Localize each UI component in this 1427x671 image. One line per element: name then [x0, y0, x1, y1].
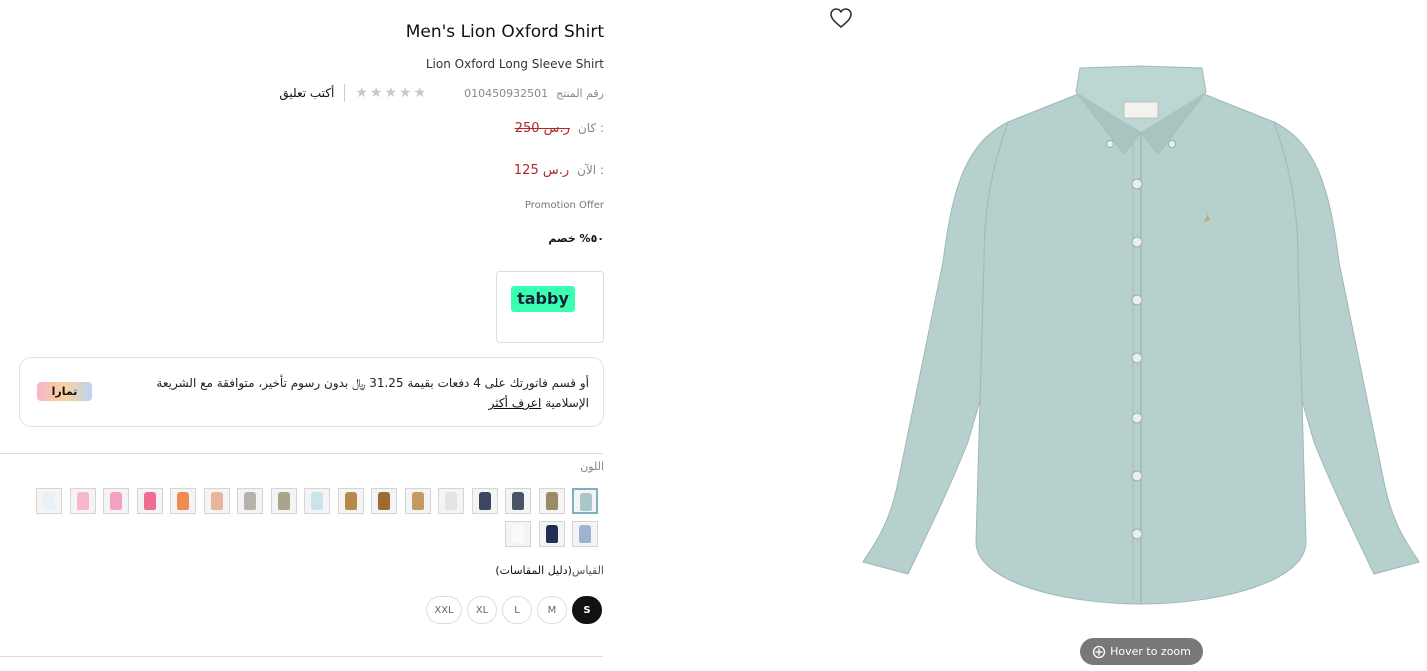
color-swatch[interactable]	[203, 488, 230, 514]
size-guide-link[interactable]: (دليل المقاسات)	[495, 564, 572, 577]
swatch-shirt-thumb	[143, 492, 156, 510]
tamara-logo: تمارا	[37, 382, 92, 401]
swatch-shirt-thumb	[580, 493, 592, 511]
color-swatch[interactable]	[136, 488, 163, 514]
product-subtitle: Lion Oxford Long Sleeve Shirt	[425, 57, 604, 71]
swatch-shirt-thumb	[445, 492, 457, 510]
swatch-shirt-thumb	[244, 492, 256, 510]
color-swatch[interactable]	[337, 488, 364, 514]
swatch-shirt-thumb	[311, 492, 323, 510]
color-swatch[interactable]	[36, 488, 62, 514]
swatch-shirt-thumb	[512, 492, 524, 510]
color-swatch[interactable]	[404, 488, 431, 514]
color-swatch[interactable]	[505, 488, 531, 514]
swatch-shirt-thumb	[378, 492, 390, 510]
swatch-shirt-thumb	[43, 492, 55, 510]
size-option-s[interactable]: S	[572, 596, 602, 624]
size-label-row: القياس (دليل المقاسات)	[495, 564, 604, 577]
swatch-shirt-thumb	[210, 492, 223, 510]
heart-icon[interactable]	[829, 7, 853, 29]
zoom-hint-text: Hover to zoom	[1110, 645, 1191, 658]
color-swatch[interactable]	[371, 488, 397, 514]
product-meta-row: رقم المنتج 010450932501 ★★★★★ أكتب تعليق	[279, 84, 604, 102]
zoom-icon	[1092, 645, 1106, 658]
rating-stars[interactable]: ★★★★★	[355, 85, 428, 101]
size-option-xl[interactable]: XL	[467, 596, 497, 624]
divider-bottom	[0, 656, 603, 657]
swatch-shirt-thumb	[545, 492, 558, 510]
color-swatch[interactable]	[237, 488, 263, 514]
tamara-learn-more-link[interactable]: اعرف أكثر	[489, 396, 542, 410]
now-price-row: الآن : 125 ر.س	[514, 163, 604, 178]
size-option-l[interactable]: L	[502, 596, 532, 624]
swatch-shirt-thumb	[478, 492, 491, 510]
color-swatch[interactable]	[538, 488, 565, 514]
product-title: Men's Lion Oxford Shirt	[405, 22, 604, 42]
swatch-shirt-thumb	[177, 492, 189, 510]
sku-value: 010450932501	[464, 86, 549, 100]
meta-divider	[344, 84, 346, 102]
now-price-label: الآن :	[577, 163, 604, 177]
tabby-logo: tabby	[511, 286, 575, 312]
size-option-m[interactable]: M	[537, 596, 567, 624]
swatch-shirt-thumb	[277, 492, 290, 510]
swatch-shirt-thumb	[411, 492, 424, 510]
tamara-widget: أو قسم فاتورتك على 4 دفعات بقيمة 31.25 ﷼…	[19, 357, 604, 427]
swatch-shirt-thumb	[512, 525, 524, 543]
color-swatch[interactable]	[69, 488, 96, 514]
hover-to-zoom-pill: Hover to zoom	[1080, 638, 1203, 665]
product-image[interactable]	[858, 62, 1424, 610]
was-price-label: كان :	[577, 121, 604, 135]
swatch-shirt-thumb	[344, 492, 357, 510]
swatch-shirt-thumb	[579, 525, 591, 543]
promotion-label: Promotion Offer	[524, 200, 604, 211]
write-review-link[interactable]: أكتب تعليق	[279, 86, 334, 100]
color-swatch[interactable]	[505, 521, 531, 547]
color-swatch[interactable]	[103, 488, 129, 514]
swatch-shirt-thumb	[76, 492, 89, 510]
color-swatch[interactable]	[438, 488, 464, 514]
swatch-shirt-thumb	[545, 525, 558, 543]
color-swatch[interactable]	[572, 521, 598, 547]
color-swatch[interactable]	[471, 488, 498, 514]
now-price-value: 125 ر.س	[513, 163, 570, 178]
was-price-row: كان : 250 ر.س	[515, 121, 604, 136]
was-price-value: 250 ر.س	[514, 121, 570, 136]
color-swatch[interactable]	[572, 488, 598, 514]
discount-label: ٥٠% خصم	[548, 232, 604, 245]
tamara-text-block: أو قسم فاتورتك على 4 دفعات بقيمة 31.25 ﷼…	[139, 373, 589, 413]
tabby-widget[interactable]: tabby	[496, 271, 604, 343]
sku-label: رقم المنتج	[556, 86, 604, 100]
color-swatch[interactable]	[304, 488, 330, 514]
size-option-xxl[interactable]: XXL	[426, 596, 462, 624]
size-label: القياس	[571, 564, 604, 577]
divider-top	[0, 453, 603, 454]
color-swatch[interactable]	[270, 488, 297, 514]
swatch-shirt-thumb	[110, 492, 122, 510]
color-label: اللون	[580, 460, 604, 473]
color-swatch[interactable]	[538, 521, 565, 547]
color-swatch[interactable]	[170, 488, 196, 514]
